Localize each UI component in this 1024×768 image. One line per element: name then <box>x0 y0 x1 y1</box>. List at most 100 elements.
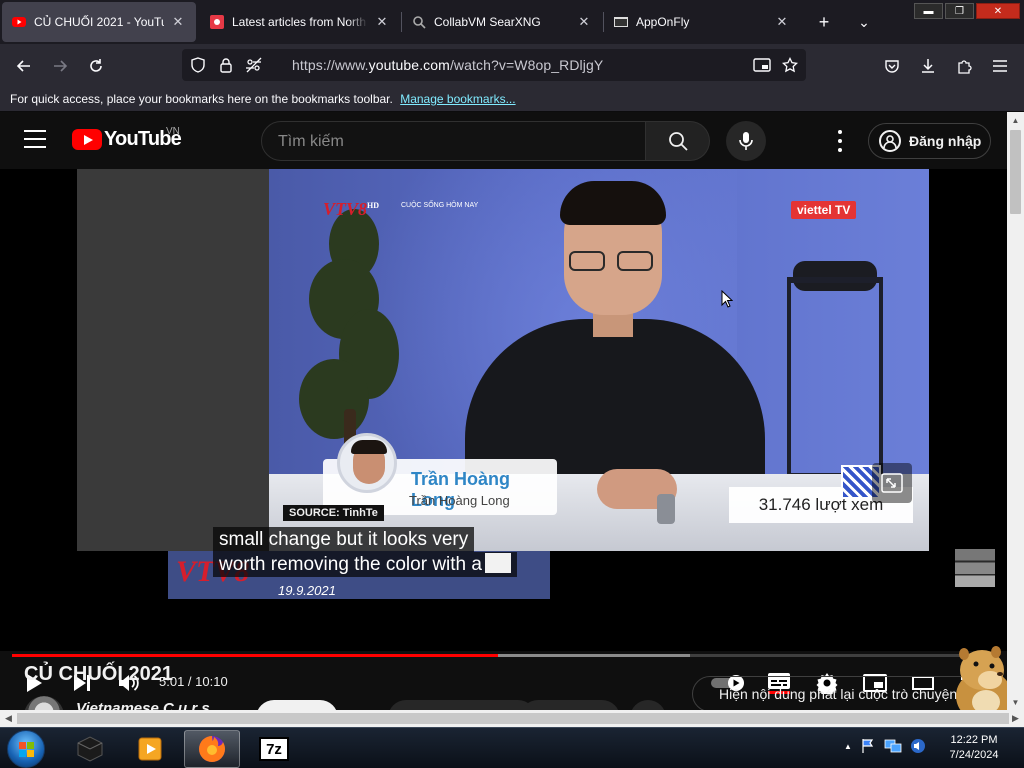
tab-separator <box>401 12 402 32</box>
bookmarks-toolbar: For quick access, place your bookmarks h… <box>0 86 1024 112</box>
bookmark-star-icon[interactable] <box>776 51 804 79</box>
taskbar-media-player[interactable] <box>62 730 118 768</box>
search-placeholder: Tìm kiếm <box>278 133 344 150</box>
page-horizontal-scrollbar[interactable]: ◀ ▶ <box>0 710 1024 727</box>
youtube-header: YouTube VN Tìm kiếm Đăng nhập <box>0 112 1007 169</box>
7zip-icon: 7z <box>259 737 289 761</box>
viettel-tv-badge: viettel TV <box>791 201 857 219</box>
back-arrow-icon[interactable] <box>10 52 38 80</box>
app-menu-hamburger-icon[interactable] <box>986 52 1014 80</box>
permissions-icon[interactable] <box>240 51 268 79</box>
broadcast-date: 19.9.2021 <box>278 583 336 598</box>
guide-menu-icon[interactable] <box>24 130 46 148</box>
subscribe-button[interactable] <box>256 700 338 710</box>
new-tab-icon[interactable]: + <box>810 8 838 36</box>
video-title: CỦ CHUỐI 2021 <box>24 663 173 685</box>
tab-close-icon[interactable]: ✕ <box>170 14 186 30</box>
tab-youtube[interactable]: CỦ CHUỐI 2021 - YouTube ✕ <box>2 2 196 42</box>
vtv8-logo: VTV8HD <box>323 199 380 219</box>
show-hidden-icons-arrow-icon[interactable]: ▲ <box>844 742 852 751</box>
progress-bar[interactable] <box>12 654 995 657</box>
pocket-icon[interactable] <box>878 52 906 80</box>
lock-icon[interactable] <box>212 51 240 79</box>
mouse-cursor-icon <box>721 289 734 308</box>
reload-icon[interactable] <box>82 52 110 80</box>
subtitle-caption: small change but it looks very worth rem… <box>213 527 517 577</box>
expand-card-icon[interactable] <box>872 463 912 503</box>
url-host: youtube.com <box>368 57 450 73</box>
program-tag: CUỘC SỐNG HÔM NAY <box>401 202 479 209</box>
youtube-page: YouTube VN Tìm kiếm Đăng nhập VTV8HD CUỘ… <box>0 112 1007 710</box>
tab-searxng[interactable]: CollabVM SearXNG ✕ <box>402 2 602 42</box>
scroll-up-arrow-icon[interactable]: ▲ <box>1007 112 1024 128</box>
window-controls: ▬ ❐ ✕ <box>914 3 1020 19</box>
address-bar[interactable]: https://www.youtube.com/watch?v=W8op_RDl… <box>182 49 806 81</box>
account-circle-icon <box>879 130 901 152</box>
video-player[interactable]: VTV8HD CUỘC SỐNG HÔM NAY viettel TV Trần… <box>0 169 1007 694</box>
clock-time: 12:22 PM <box>950 734 998 746</box>
search-button[interactable] <box>646 121 710 161</box>
like-dislike-pill[interactable] <box>388 700 536 710</box>
share-pill[interactable] <box>520 700 620 710</box>
scroll-right-arrow-icon[interactable]: ▶ <box>1007 710 1024 727</box>
more-actions-pill[interactable] <box>630 700 666 710</box>
manage-bookmarks-link[interactable]: Manage bookmarks... <box>400 92 515 106</box>
tab-title: CollabVM SearXNG <box>434 15 541 29</box>
media-center-icon <box>138 737 162 761</box>
volume-tray-icon[interactable] <box>910 738 926 754</box>
7zip-label: 7z <box>266 740 282 758</box>
windows-taskbar: 7z ▲ 12:22 PM 7/24/2024 <box>0 727 1024 768</box>
caption-line-1: small change but it looks very <box>213 527 475 552</box>
scroll-left-arrow-icon[interactable]: ◀ <box>0 710 17 727</box>
restore-icon[interactable]: ❐ <box>945 3 974 19</box>
nk-favicon-icon <box>210 15 224 29</box>
tab-close-icon[interactable]: ✕ <box>576 14 592 30</box>
system-tray: ▲ <box>844 738 926 754</box>
youtube-logo[interactable]: YouTube <box>72 128 182 151</box>
tab-close-icon[interactable]: ✕ <box>374 14 390 30</box>
source-label: SOURCE: TinhTe <box>283 505 384 521</box>
apponfly-favicon-icon <box>614 15 628 29</box>
system-clock[interactable]: 12:22 PM 7/24/2024 <box>938 733 1010 763</box>
forward-arrow-icon[interactable] <box>46 52 74 80</box>
sign-in-button[interactable]: Đăng nhập <box>868 123 991 159</box>
network-icon[interactable] <box>884 738 902 754</box>
taskbar-7zip[interactable]: 7z <box>246 730 302 768</box>
progress-played <box>12 654 498 657</box>
tab-north-korea[interactable]: Latest articles from North K ✕ <box>200 2 400 42</box>
youtube-play-logo-icon <box>72 129 102 150</box>
url-path: /watch?v=W8op_RDljgY <box>449 57 604 73</box>
voice-search-button[interactable] <box>726 121 766 161</box>
channel-name[interactable]: Vietnamese C u r s <box>76 700 210 710</box>
tab-title: CỦ CHUỐI 2021 - YouTube <box>34 15 164 29</box>
minimize-icon[interactable]: ▬ <box>914 3 943 19</box>
shelf-prop <box>787 277 883 477</box>
page-vertical-scrollbar[interactable]: ▲ ▼ <box>1007 112 1024 710</box>
search-input[interactable]: Tìm kiếm <box>261 121 646 161</box>
scroll-down-arrow-icon[interactable]: ▼ <box>1007 694 1024 710</box>
picture-in-picture-icon[interactable] <box>748 51 776 79</box>
video-frame[interactable]: VTV8HD CUỘC SỐNG HÔM NAY viettel TV Trần… <box>77 169 929 551</box>
caption-line-2-text: worth removing the color with a <box>219 554 482 575</box>
start-button[interactable] <box>7 730 45 768</box>
extensions-puzzle-icon[interactable] <box>950 52 978 80</box>
channel-avatar[interactable] <box>24 696 64 710</box>
close-window-icon[interactable]: ✕ <box>976 3 1020 19</box>
clock-date: 7/24/2024 <box>949 749 999 761</box>
settings-kebab-icon[interactable] <box>836 130 844 152</box>
country-code: VN <box>166 126 180 137</box>
action-center-flag-icon[interactable] <box>860 738 876 754</box>
media-player-icon <box>77 736 103 762</box>
video-pillarbox-left <box>77 169 269 551</box>
taskbar-media-center[interactable] <box>122 730 178 768</box>
tab-close-icon[interactable]: ✕ <box>774 14 790 30</box>
taskbar-firefox[interactable] <box>184 730 240 768</box>
list-tabs-chevron-icon[interactable]: ⌄ <box>850 8 878 36</box>
tab-apponfly[interactable]: AppOnFly ✕ <box>604 2 800 42</box>
presenter-glasses <box>569 251 657 273</box>
horizontal-scroll-thumb[interactable] <box>17 713 1009 724</box>
guest-subname: Trần Hoàng Long <box>409 493 510 508</box>
tracking-shield-icon[interactable] <box>184 51 212 79</box>
downloads-icon[interactable] <box>914 52 942 80</box>
vertical-scroll-thumb[interactable] <box>1010 130 1021 214</box>
